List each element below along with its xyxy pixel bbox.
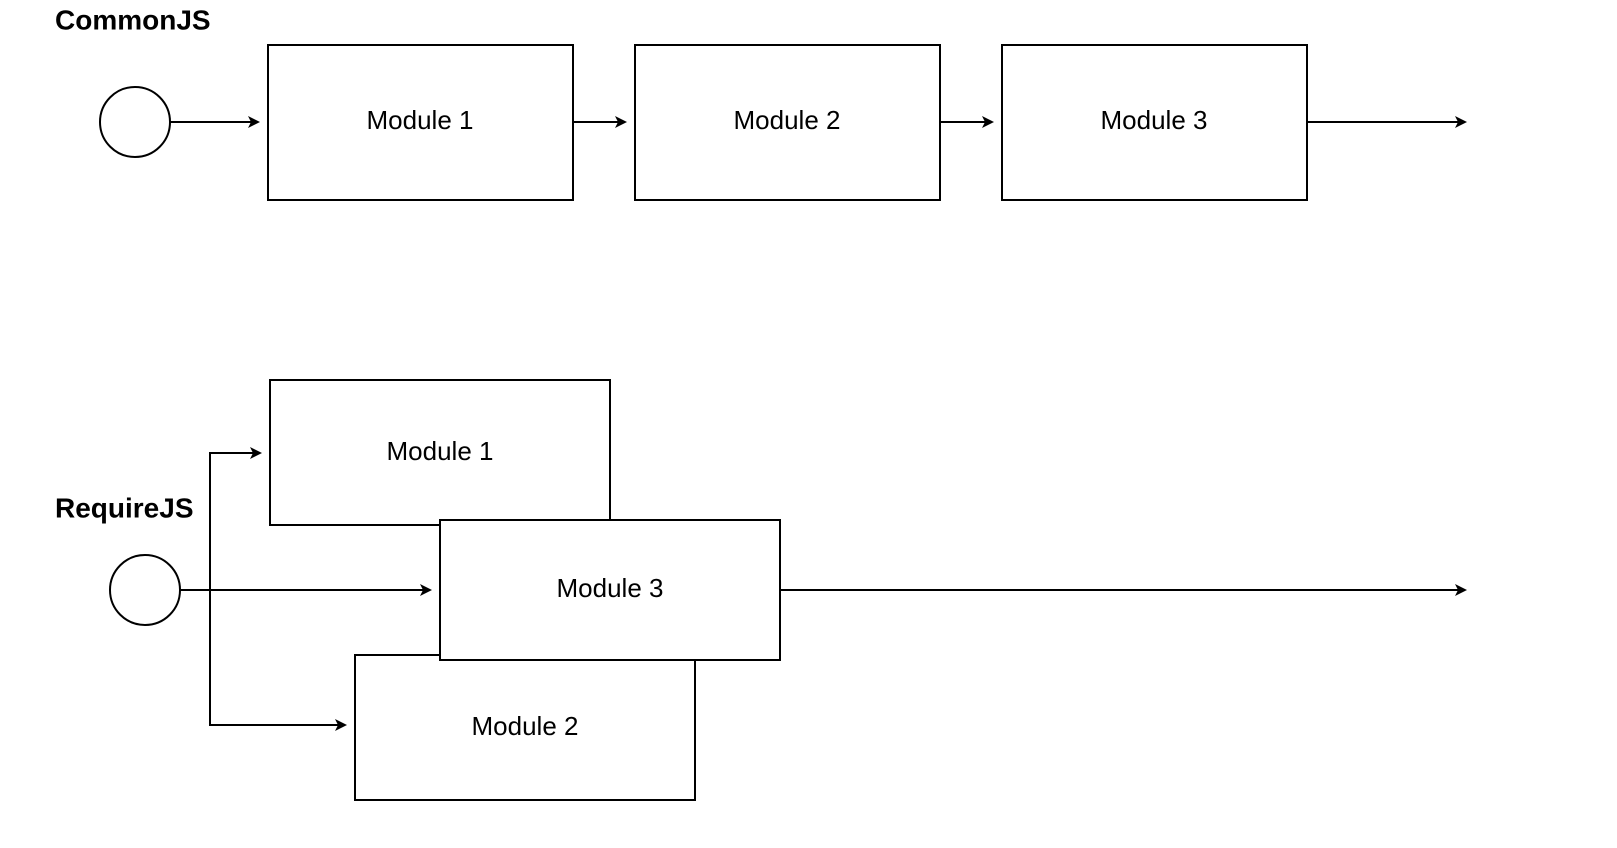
- requirejs-title: RequireJS: [55, 492, 194, 523]
- commonjs-title: CommonJS: [55, 4, 211, 35]
- requirejs-module-1-label: Module 1: [387, 436, 494, 466]
- diagram-canvas: CommonJS Module 1 Module 2 Module 3 Requ…: [0, 0, 1617, 848]
- commonjs-module-2-label: Module 2: [734, 105, 841, 135]
- commonjs-start-node: [100, 87, 170, 157]
- requirejs-arrow-start-to-2: [210, 590, 345, 725]
- requirejs-start-node: [110, 555, 180, 625]
- requirejs-module-2-label: Module 2: [472, 711, 579, 741]
- requirejs-module-3-label: Module 3: [557, 573, 664, 603]
- commonjs-module-3-label: Module 3: [1101, 105, 1208, 135]
- requirejs-arrow-start-to-1: [210, 453, 260, 590]
- commonjs-module-1-label: Module 1: [367, 105, 474, 135]
